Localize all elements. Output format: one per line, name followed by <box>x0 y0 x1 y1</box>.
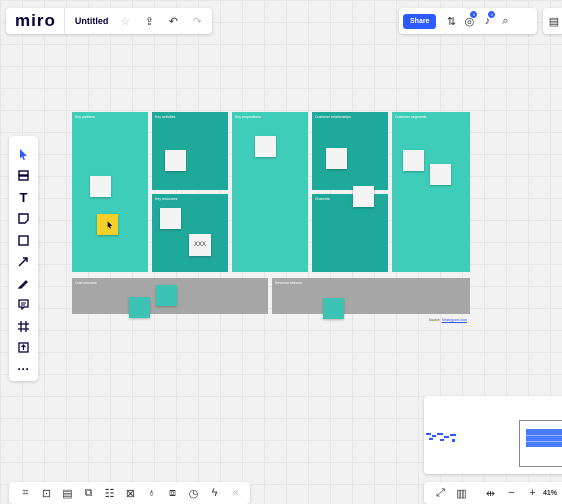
bottom-toolbar: ⌗ ⊡ ▤ ⧉ ☷ ⊠ ♁ ⧈ ◷ ϟ « <box>9 482 250 504</box>
sticky-note[interactable] <box>323 298 344 319</box>
source-credit: Source: Strategyzer.com <box>429 318 467 322</box>
block-label: Key partners <box>75 115 95 119</box>
minimap[interactable] <box>424 396 562 474</box>
select-cursor-icon[interactable] <box>14 144 34 164</box>
miro-logo[interactable]: miro <box>6 8 65 34</box>
sticky-note[interactable] <box>403 150 424 171</box>
redo-icon[interactable]: ↷ <box>187 11 207 31</box>
settings-sliders-icon[interactable]: ⇅ <box>442 11 460 31</box>
fullscreen-icon[interactable]: ⤢ <box>430 484 451 502</box>
block-label: Revenue streams <box>275 281 303 285</box>
block-label: Channels <box>315 197 330 201</box>
sticky-note[interactable] <box>97 214 118 235</box>
block-label: Cost structure <box>75 281 97 285</box>
chat-icon[interactable]: ▤ <box>57 484 78 502</box>
share-button[interactable]: Share <box>403 13 437 29</box>
text-icon[interactable]: T <box>14 187 34 207</box>
templates-icon[interactable] <box>14 166 34 186</box>
arrow-icon[interactable] <box>14 252 34 272</box>
zoom-out-button[interactable]: − <box>501 484 522 502</box>
channels-block[interactable]: Channels <box>312 194 388 272</box>
block-label: Key activities <box>155 115 176 119</box>
pen-icon[interactable] <box>14 273 34 293</box>
cards-icon[interactable]: ⧉ <box>78 484 99 502</box>
board-title[interactable]: Untitled <box>65 16 114 26</box>
zoom-level[interactable]: 41% <box>543 490 557 497</box>
revenue-streams-block[interactable]: Revenue streams <box>272 278 470 314</box>
timer-icon[interactable]: ◷ <box>183 484 204 502</box>
activity-icon[interactable]: ϟ <box>204 484 225 502</box>
block-label: Key resources <box>155 197 178 201</box>
block-label: Key propositions <box>235 115 261 119</box>
key-resources-block[interactable]: Key resources <box>152 194 228 272</box>
sticky-note[interactable] <box>430 164 451 185</box>
sticky-note-icon[interactable] <box>14 209 34 229</box>
collaborators-icon[interactable]: ◎ 5 <box>460 11 478 31</box>
voting-icon[interactable]: ♁ <box>141 484 162 502</box>
source-link[interactable]: Strategyzer.com <box>442 318 467 322</box>
sticky-note[interactable] <box>129 297 150 318</box>
sticky-note[interactable] <box>156 285 177 306</box>
minimap-content <box>426 430 458 448</box>
frames-icon[interactable]: ⌗ <box>15 484 36 502</box>
kanban-icon[interactable]: ☷ <box>99 484 120 502</box>
map-icon[interactable]: ▥ <box>451 484 472 502</box>
fit-to-screen-icon[interactable]: ⇹ <box>480 484 501 502</box>
notifications-bell-icon[interactable]: ♪ 3 <box>478 11 496 31</box>
customer-relationships-block[interactable]: Customer relationships <box>312 112 388 190</box>
star-icon[interactable]: ☆ <box>115 11 135 31</box>
zoom-controls: ⤢ ▥ ⇹ − + 41% <box>424 482 562 504</box>
source-prefix: Source: <box>428 318 442 322</box>
more-icon[interactable]: ··· <box>14 359 34 379</box>
block-label: Customer relationships <box>315 115 351 119</box>
sticky-note-text: XXX <box>193 242 206 248</box>
collapse-icon[interactable]: « <box>225 484 246 502</box>
sticky-note[interactable] <box>353 186 374 207</box>
shape-icon[interactable] <box>14 230 34 250</box>
sticky-note[interactable] <box>160 208 181 229</box>
sticky-note[interactable] <box>165 150 186 171</box>
business-model-canvas: Key partners Key activities Key resource… <box>72 112 470 322</box>
undo-icon[interactable]: ↶ <box>163 11 183 31</box>
notes-icon[interactable]: ▤ <box>543 8 562 34</box>
zoom-in-button[interactable]: + <box>522 484 543 502</box>
export-icon[interactable]: ⇪ <box>139 11 159 31</box>
board-header: miro Untitled ☆ ⇪ ↶ ↷ <box>6 8 212 34</box>
upload-icon[interactable] <box>14 338 34 358</box>
mind-map-icon[interactable]: ⊠ <box>120 484 141 502</box>
notifications-badge: 3 <box>488 11 496 18</box>
customer-segments-block[interactable]: Customer segments <box>392 112 470 272</box>
sticky-note[interactable] <box>326 148 347 169</box>
sticky-note[interactable] <box>90 176 111 197</box>
frame-icon[interactable] <box>14 316 34 336</box>
sticky-note[interactable]: XXX <box>189 234 211 256</box>
left-toolbar: T ··· <box>9 136 38 381</box>
comment-icon[interactable] <box>14 295 34 315</box>
sticky-note[interactable] <box>255 136 276 157</box>
key-activities-block[interactable]: Key activities <box>152 112 228 190</box>
collaborators-badge: 5 <box>470 11 478 18</box>
comments-icon[interactable]: ⊡ <box>36 484 57 502</box>
minimap-viewport[interactable] <box>519 420 562 467</box>
video-chat-icon[interactable]: ⧈ <box>162 484 183 502</box>
block-label: Customer segments <box>395 115 427 119</box>
top-right-toolbar: Share ⇅ ◎ 5 ♪ 3 ⌕ <box>399 8 537 34</box>
search-icon[interactable]: ⌕ <box>496 11 514 31</box>
